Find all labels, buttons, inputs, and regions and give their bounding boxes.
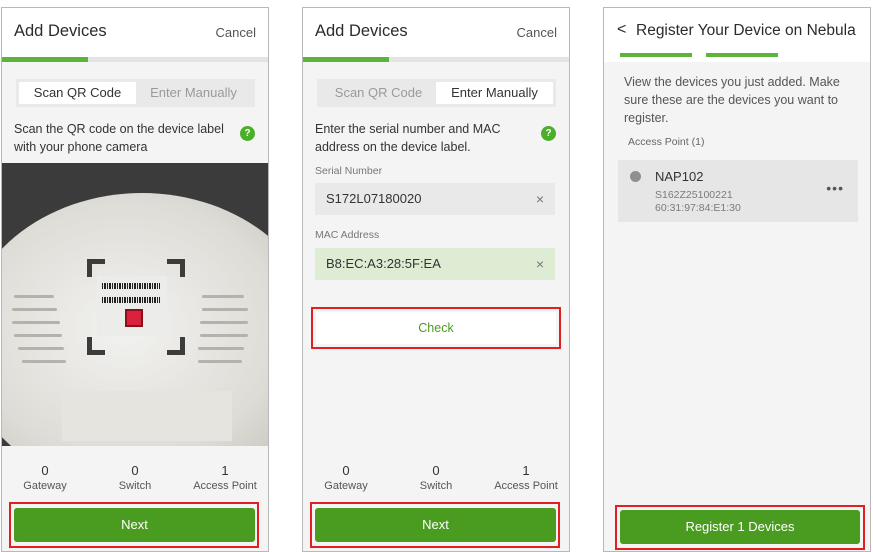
scan-frame-corner <box>167 259 185 277</box>
vent-line <box>202 295 244 298</box>
cancel-button[interactable]: Cancel <box>517 25 557 40</box>
serial-number-field[interactable]: S172L07180020 × <box>315 183 555 215</box>
progress-bar <box>604 53 870 57</box>
input-mode-tabs: Scan QR Code Enter Manually <box>317 79 556 107</box>
barcode <box>102 283 160 289</box>
access-point-icon <box>630 171 641 182</box>
count-label: Access Point <box>494 480 558 492</box>
add-devices-manual-screen: Add Devices Cancel Scan QR Code Enter Ma… <box>302 7 570 552</box>
count-label: Switch <box>118 480 152 492</box>
register-devices-button[interactable]: Register 1 Devices <box>620 510 860 544</box>
access-point-count: 1 Access Point <box>180 463 268 492</box>
scan-frame-corner <box>87 337 105 355</box>
clear-icon[interactable]: × <box>536 183 544 215</box>
scan-frame-corner <box>87 259 105 277</box>
count-label: Gateway <box>23 480 67 492</box>
vent-line <box>18 347 64 350</box>
barcode <box>102 297 160 303</box>
gateway-count: 0 Gateway <box>2 463 90 492</box>
switch-count: 0 Switch <box>90 463 180 492</box>
vent-line <box>198 347 244 350</box>
count-value: 0 <box>131 463 139 478</box>
progress-bar <box>303 57 569 62</box>
page-title: Add Devices <box>315 22 408 40</box>
progress-fill <box>303 57 389 62</box>
device-counts: 0 Gateway 0 Switch 1 Access Point <box>2 463 268 495</box>
register-instruction: View the devices you just added. Make su… <box>624 75 840 125</box>
vent-line <box>202 308 248 311</box>
device-name: NAP102 <box>655 169 704 184</box>
device-card[interactable]: NAP102 S162Z25100221 60:31:97:84:E1:30 •… <box>618 160 858 222</box>
help-icon[interactable]: ? <box>240 126 255 141</box>
mac-address-label: MAC Address <box>315 229 380 241</box>
count-label: Access Point <box>193 480 257 492</box>
count-value: 1 <box>221 463 229 478</box>
header: Add Devices Cancel <box>303 8 569 58</box>
count-label: Gateway <box>324 480 368 492</box>
help-icon[interactable]: ? <box>541 126 556 141</box>
camera-viewfinder[interactable] <box>2 163 268 446</box>
device-counts: 0 Gateway 0 Switch 1 Access Point <box>303 463 569 495</box>
device-serial: S162Z25100221 <box>655 189 733 201</box>
access-point-count: 1 Access Point <box>481 463 569 492</box>
manual-instruction: Enter the serial number and MAC address … <box>315 122 501 154</box>
count-value: 0 <box>41 463 49 478</box>
serial-number-value: S172L07180020 <box>326 191 422 206</box>
vent-line <box>14 295 54 298</box>
more-options-icon[interactable]: ••• <box>826 180 844 196</box>
next-button[interactable]: Next <box>14 508 255 542</box>
tab-enter-manually[interactable]: Enter Manually <box>436 82 553 104</box>
count-value: 1 <box>522 463 530 478</box>
vent-line <box>14 334 62 337</box>
mac-address-value: B8:EC:A3:28:5F:EA <box>326 256 441 271</box>
gateway-count: 0 Gateway <box>303 463 391 492</box>
vent-line <box>22 360 66 363</box>
page-title: Register Your Device on Nebula <box>636 22 856 39</box>
tab-scan-qr[interactable]: Scan QR Code <box>320 82 437 104</box>
progress-step-1 <box>620 53 692 57</box>
device-mac: 60:31:97:84:E1:30 <box>655 202 741 214</box>
switch-count: 0 Switch <box>391 463 481 492</box>
vent-line <box>12 308 57 311</box>
vent-line <box>198 360 242 363</box>
progress-step-2 <box>706 53 778 57</box>
count-label: Switch <box>419 480 453 492</box>
vent-line <box>200 334 248 337</box>
clear-icon[interactable]: × <box>536 248 544 280</box>
count-value: 0 <box>342 463 350 478</box>
input-mode-tabs: Scan QR Code Enter Manually <box>16 79 255 107</box>
tab-scan-qr[interactable]: Scan QR Code <box>19 82 136 104</box>
progress-fill <box>2 57 88 62</box>
cancel-button[interactable]: Cancel <box>216 25 256 40</box>
vent-line <box>200 321 248 324</box>
back-icon[interactable]: < <box>617 21 626 39</box>
page-title: Add Devices <box>14 22 107 40</box>
register-device-screen: < Register Your Device on Nebula View th… <box>603 7 871 552</box>
add-devices-scan-screen: Add Devices Cancel Scan QR Code Enter Ma… <box>1 7 269 552</box>
scan-instruction: Scan the QR code on the device label wit… <box>14 122 224 154</box>
count-value: 0 <box>432 463 440 478</box>
progress-bar <box>2 57 268 62</box>
qr-code-icon <box>125 309 143 327</box>
scan-frame-corner <box>167 337 185 355</box>
check-button[interactable]: Check <box>316 312 556 344</box>
header: Add Devices Cancel <box>2 8 268 58</box>
tab-enter-manually[interactable]: Enter Manually <box>135 82 252 104</box>
serial-number-label: Serial Number <box>315 165 383 177</box>
device-nameplate <box>62 391 232 441</box>
next-button[interactable]: Next <box>315 508 556 542</box>
mac-address-field[interactable]: B8:EC:A3:28:5F:EA × <box>315 248 555 280</box>
section-heading: Access Point (1) <box>628 136 705 148</box>
header: < Register Your Device on Nebula <box>604 8 870 58</box>
vent-line <box>12 321 60 324</box>
